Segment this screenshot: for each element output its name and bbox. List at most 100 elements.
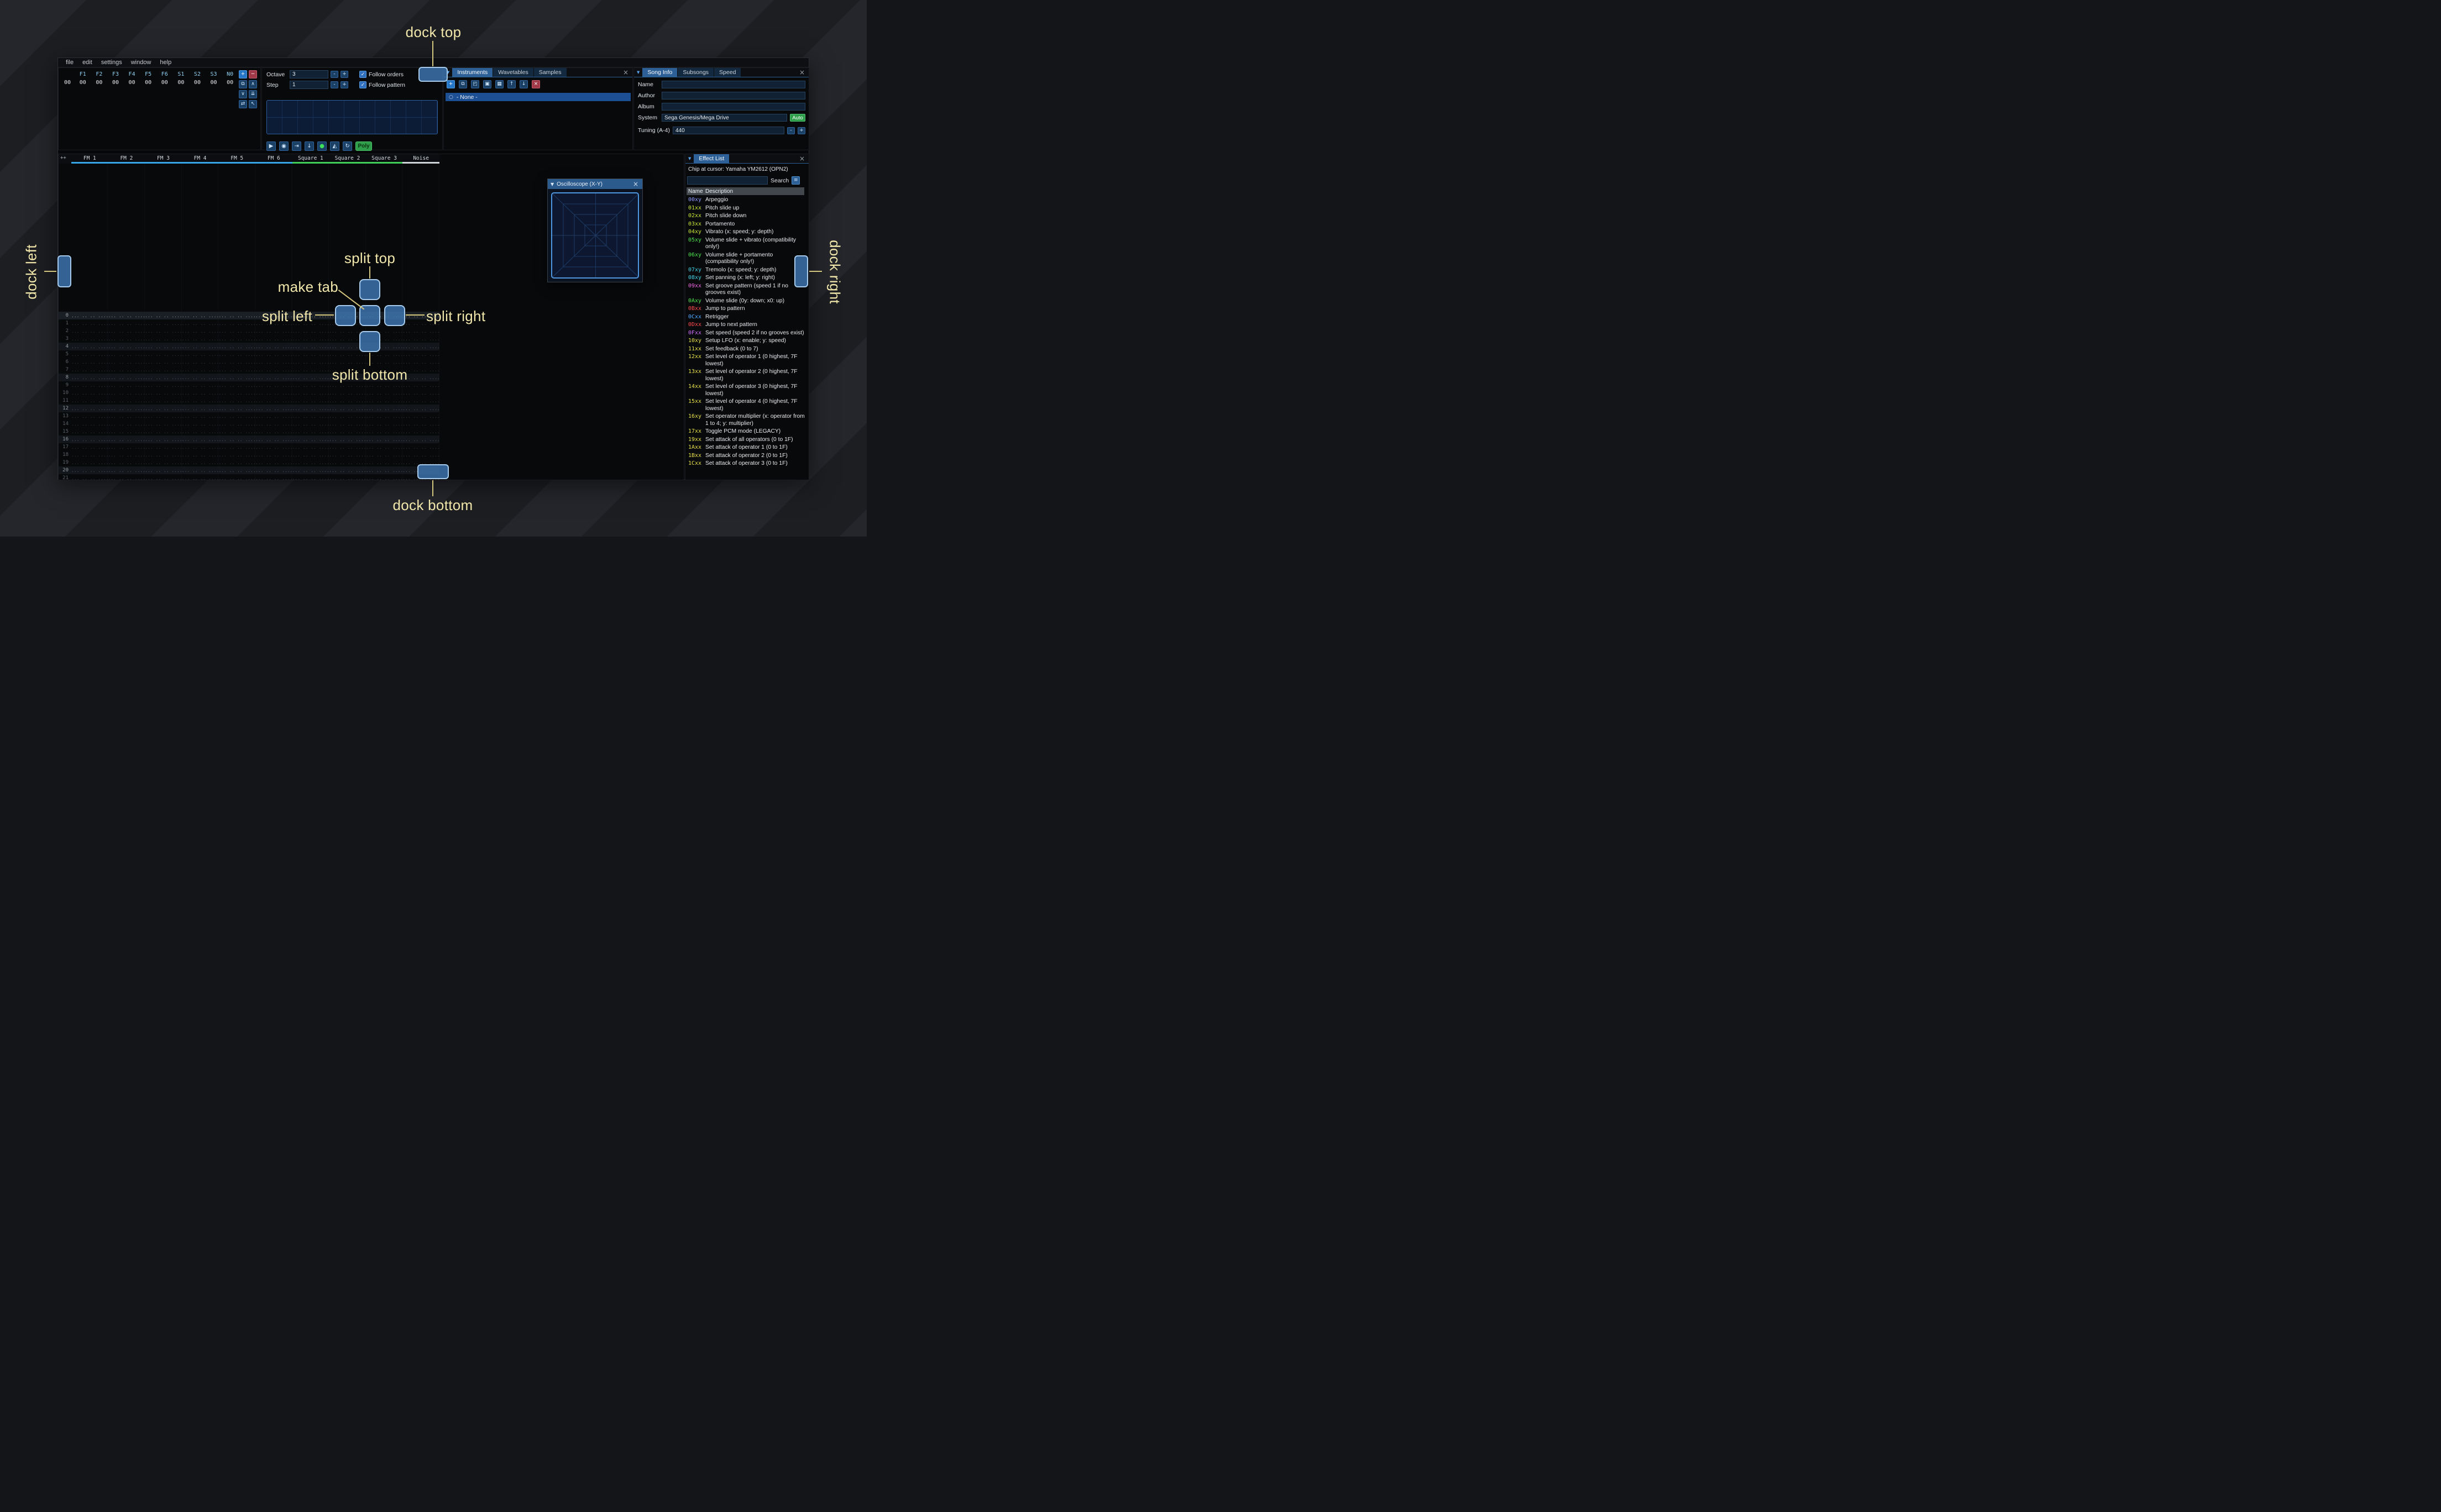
pattern-cell[interactable]: ... .. .. .... xyxy=(292,360,329,365)
pattern-cell[interactable]: ... .. .. .... xyxy=(218,476,255,480)
move-instrument-down-button[interactable]: ↓ xyxy=(520,80,528,88)
pattern-cell[interactable]: ... .. .. .... xyxy=(71,445,108,450)
pattern-cell[interactable]: ... .. .. .... xyxy=(108,453,145,458)
pattern-cell[interactable]: ... .. .. .... xyxy=(402,375,439,380)
pattern-cell[interactable]: ... .. .. .... xyxy=(218,422,255,427)
channel-header[interactable]: FM 6 xyxy=(255,154,292,164)
step-decrease-button[interactable]: - xyxy=(331,81,338,88)
pattern-cell[interactable]: ... .. .. .... xyxy=(71,406,108,411)
effect-list-tab[interactable]: Effect List xyxy=(694,154,730,163)
pattern-cell[interactable]: ... .. .. .... xyxy=(71,460,108,465)
pattern-cell[interactable]: ... .. .. .... xyxy=(366,437,403,442)
channel-header[interactable]: Square 2 xyxy=(329,154,366,164)
pattern-cell[interactable]: ... .. .. .... xyxy=(71,414,108,419)
pattern-cell[interactable]: ... .. .. .... xyxy=(329,445,366,450)
system-input[interactable] xyxy=(662,114,787,122)
pattern-cell[interactable]: ... .. .. .... xyxy=(182,383,219,388)
pattern-cell[interactable]: ... .. .. .... xyxy=(366,360,403,365)
pattern-cell[interactable]: ... .. .. .... xyxy=(255,406,292,411)
pattern-cell[interactable]: ... .. .. .... xyxy=(182,321,219,326)
pattern-cell[interactable]: ... .. .. .... xyxy=(402,422,439,427)
pattern-cell[interactable]: ... .. .. .... xyxy=(108,429,145,434)
effect-search-input[interactable] xyxy=(687,176,768,185)
pattern-cell[interactable]: ... .. .. .... xyxy=(71,468,108,473)
pattern-cell[interactable]: ... .. .. .... xyxy=(218,468,255,473)
pattern-cell[interactable]: ... .. .. .... xyxy=(182,476,219,480)
pattern-cell[interactable]: ... .. .. .... xyxy=(182,445,219,450)
pattern-cell[interactable]: ... .. .. .... xyxy=(182,329,219,334)
split-target-bottom[interactable] xyxy=(359,331,380,352)
oscilloscope-titlebar[interactable]: ▼ Oscilloscope (X-Y) × xyxy=(548,179,642,189)
pattern-cell[interactable]: ... .. .. .... xyxy=(255,460,292,465)
instrument-folders-button[interactable]: ▦ xyxy=(495,80,504,88)
song-info-tab[interactable]: Subsongs xyxy=(678,68,714,77)
order-cell[interactable]: 00 xyxy=(124,80,140,86)
pattern-cell[interactable]: ... .. .. .... xyxy=(108,344,145,349)
pattern-cell[interactable]: ... .. .. .... xyxy=(145,429,182,434)
pattern-cell[interactable]: ... .. .. .... xyxy=(71,337,108,342)
pattern-cell[interactable]: ... .. .. .... xyxy=(366,352,403,357)
pattern-cell[interactable]: ... .. .. .... xyxy=(255,383,292,388)
pattern-cell[interactable]: ... .. .. .... xyxy=(292,429,329,434)
pattern-row-11[interactable]: 11... .. .. ....... .. .. ....... .. .. … xyxy=(59,397,439,405)
pattern-cell[interactable]: ... .. .. .... xyxy=(329,414,366,419)
pattern-cell[interactable]: ... .. .. .... xyxy=(145,406,182,411)
pattern-cell[interactable]: ... .. .. .... xyxy=(292,391,329,396)
pattern-cell[interactable]: ... .. .. .... xyxy=(182,375,219,380)
pattern-cell[interactable]: ... .. .. .... xyxy=(255,391,292,396)
pattern-cell[interactable]: ... .. .. .... xyxy=(218,383,255,388)
pattern-cell[interactable]: ... .. .. .... xyxy=(71,398,108,403)
open-instrument-button[interactable]: ◰ xyxy=(471,80,479,88)
pattern-cell[interactable]: ... .. .. .... xyxy=(366,445,403,450)
order-cell[interactable]: 00 xyxy=(156,80,173,86)
pattern-cell[interactable]: ... .. .. .... xyxy=(145,414,182,419)
order-cell[interactable]: 00 xyxy=(189,80,206,86)
octave-input[interactable] xyxy=(290,70,328,78)
pattern-cell[interactable]: ... .. .. .... xyxy=(182,398,219,403)
pattern-row-18[interactable]: 18... .. .. ....... .. .. ....... .. .. … xyxy=(59,451,439,459)
tuning-increase-button[interactable]: + xyxy=(798,127,805,134)
repeat-pattern-button[interactable]: ↻ xyxy=(343,141,352,151)
pattern-cell[interactable]: ... .. .. .... xyxy=(71,352,108,357)
pattern-cell[interactable]: ... .. .. .... xyxy=(145,468,182,473)
save-instrument-button[interactable]: ▣ xyxy=(483,80,491,88)
pattern-cell[interactable]: ... .. .. .... xyxy=(108,368,145,372)
menu-item[interactable]: file xyxy=(61,59,78,66)
pattern-cell[interactable]: ... .. .. .... xyxy=(182,429,219,434)
pattern-cell[interactable]: ... .. .. .... xyxy=(329,460,366,465)
pattern-cell[interactable]: ... .. .. .... xyxy=(329,352,366,357)
pattern-cell[interactable]: ... .. .. .... xyxy=(402,414,439,419)
pattern-cell[interactable]: ... .. .. .... xyxy=(366,406,403,411)
step-input[interactable] xyxy=(290,81,328,89)
pattern-cell[interactable]: ... .. .. .... xyxy=(255,476,292,480)
pattern-cell[interactable]: ... .. .. .... xyxy=(402,329,439,334)
channel-header[interactable]: FM 1 xyxy=(71,154,108,164)
pattern-expand-button[interactable]: ++ xyxy=(59,154,71,164)
pattern-cell[interactable]: ... .. .. .... xyxy=(292,352,329,357)
pattern-cell[interactable]: ... .. .. .... xyxy=(71,422,108,427)
pattern-cell[interactable]: ... .. .. .... xyxy=(218,414,255,419)
pattern-cell[interactable]: ... .. .. .... xyxy=(329,437,366,442)
order-cell[interactable]: 00 xyxy=(173,80,190,86)
pattern-cell[interactable]: ... .. .. .... xyxy=(218,453,255,458)
pattern-cell[interactable]: ... .. .. .... xyxy=(366,414,403,419)
tuning-input[interactable] xyxy=(672,127,784,134)
pattern-cell[interactable]: ... .. .. .... xyxy=(292,414,329,419)
split-target-left[interactable] xyxy=(335,305,356,326)
close-icon[interactable]: × xyxy=(629,180,642,188)
pattern-cell[interactable]: ... .. .. .... xyxy=(108,398,145,403)
pattern-cell[interactable]: ... .. .. .... xyxy=(402,391,439,396)
pattern-cell[interactable]: ... .. .. .... xyxy=(71,313,108,318)
pattern-cell[interactable]: ... .. .. .... xyxy=(108,406,145,411)
pattern-cell[interactable]: ... .. .. .... xyxy=(71,344,108,349)
pattern-cell[interactable]: ... .. .. .... xyxy=(292,337,329,342)
tuning-decrease-button[interactable]: - xyxy=(787,127,795,134)
order-cell[interactable]: 00 xyxy=(222,80,238,86)
song-name-input[interactable] xyxy=(662,81,805,88)
pattern-cell[interactable]: ... .. .. .... xyxy=(145,383,182,388)
pattern-row-15[interactable]: 15... .. .. ....... .. .. ....... .. .. … xyxy=(59,428,439,435)
close-icon[interactable]: × xyxy=(795,154,809,163)
tab-list-icon[interactable]: ▼ xyxy=(685,154,694,163)
pattern-cell[interactable]: ... .. .. .... xyxy=(108,360,145,365)
pattern-cell[interactable]: ... .. .. .... xyxy=(366,476,403,480)
